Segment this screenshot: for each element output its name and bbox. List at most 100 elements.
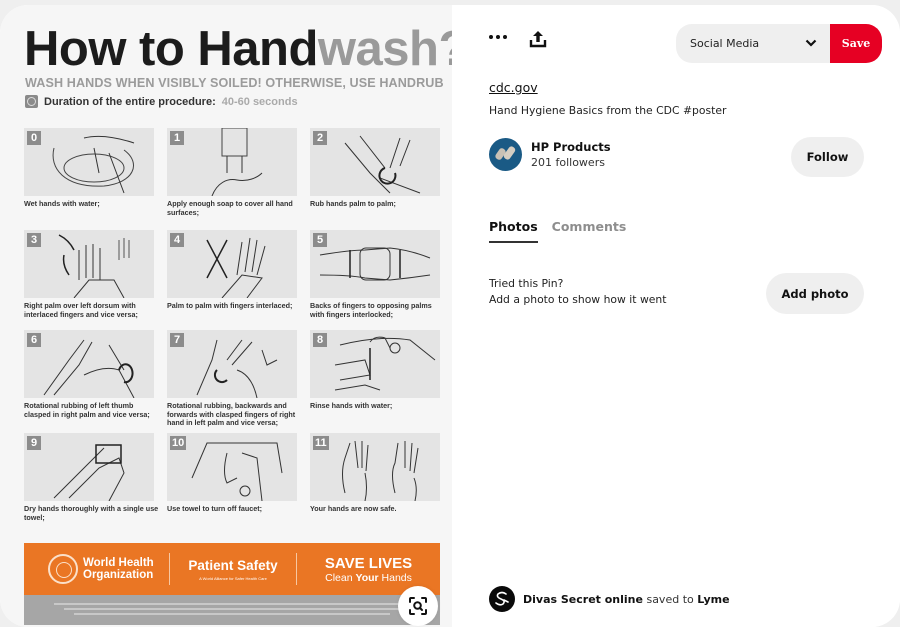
step-caption: Rinse hands with water; xyxy=(310,401,393,410)
visual-search-button[interactable] xyxy=(398,586,438,626)
hand-illustration: 10 xyxy=(167,433,297,501)
step-caption: Right palm over left dorsum with interla… xyxy=(24,301,138,319)
tried-line1: Tried this Pin? xyxy=(489,277,564,290)
creator-name[interactable]: HP Products xyxy=(531,140,611,154)
step: 10 Use towel to turn off faucet; xyxy=(167,433,297,533)
poster-duration: Duration of the entire procedure: 40-60 … xyxy=(25,95,298,108)
step: 0 Wet hands with water; xyxy=(24,128,154,230)
who-line2: Organization xyxy=(83,569,154,581)
who-emblem-icon xyxy=(48,554,78,584)
step-number: 2 xyxy=(313,131,327,145)
hand-illustration: 5 xyxy=(310,230,440,298)
source-link[interactable]: cdc.gov xyxy=(489,80,538,95)
hand-illustration: 2 xyxy=(310,128,440,196)
step-number: 3 xyxy=(27,233,41,247)
step-caption: Wet hands with water; xyxy=(24,199,100,208)
poster-title-light: wash? xyxy=(317,22,452,76)
poster-title: How to Handwash? xyxy=(24,21,452,77)
share-button[interactable] xyxy=(528,29,548,49)
step-caption: Dry hands thoroughly with a single use t… xyxy=(24,504,159,522)
patient-safety: Patient Safety A World Alliance for Safe… xyxy=(170,558,296,581)
step: 4 Palm to palm with fingers interlaced; xyxy=(167,230,297,330)
saver-logo-icon xyxy=(495,591,509,606)
add-photo-button[interactable]: Add photo xyxy=(766,273,864,314)
board-select[interactable]: Social Media xyxy=(676,24,833,63)
hand-illustration: 1 xyxy=(167,128,297,196)
hand-illustration: 8 xyxy=(310,330,440,398)
saved-board[interactable]: Lyme xyxy=(697,593,729,606)
step: 6 Rotational rubbing of left thumb claspe… xyxy=(24,330,154,433)
step-number: 9 xyxy=(27,436,41,450)
poster-subtitle: WASH HANDS WHEN VISIBLY SOILED! OTHERWIS… xyxy=(25,76,444,90)
more-horizontal-icon xyxy=(489,35,493,39)
creator-followers: 201 followers xyxy=(531,156,605,169)
hand-illustration: 7 xyxy=(167,330,297,398)
share-upload-icon xyxy=(529,31,547,48)
save-lives-title: SAVE LIVES xyxy=(324,554,413,572)
pin-closeup-card: How to Handwash? WASH HANDS WHEN VISIBLY… xyxy=(0,5,900,627)
step-number: 10 xyxy=(170,436,187,450)
who-banner: World Health Organization Patient Safety … xyxy=(24,543,440,595)
hand-illustration: 0 xyxy=(24,128,154,196)
step: 11 Your hands are now safe. xyxy=(310,433,440,533)
clean-pre: Clean xyxy=(325,571,356,584)
hand-illustration: 11 xyxy=(310,433,440,501)
clean-post: Hands xyxy=(378,571,412,584)
who-logo: World Health Organization xyxy=(24,554,169,584)
saver-name[interactable]: Divas Secret online xyxy=(523,593,643,606)
clock-icon xyxy=(25,95,38,108)
saved-by: Divas Secret online saved to Lyme xyxy=(489,586,730,612)
follow-button[interactable]: Follow xyxy=(791,137,864,177)
pin-description: Hand Hygiene Basics from the CDC #poster xyxy=(489,104,727,117)
step-caption: Rotational rubbing, backwards and forwar… xyxy=(167,401,296,428)
step-number: 4 xyxy=(170,233,184,247)
step: 2 Rub hands palm to palm; xyxy=(310,128,440,230)
hand-illustration: 4 xyxy=(167,230,297,298)
step: 9 Dry hands thoroughly with a single use … xyxy=(24,433,158,533)
step-caption: Backs of fingers to opposing palms with … xyxy=(310,301,432,319)
hand-illustration: 9 xyxy=(24,433,154,501)
clean-hands: Clean Your Hands xyxy=(297,572,440,584)
creator-avatar[interactable] xyxy=(489,138,522,171)
hand-illustration: 6 xyxy=(24,330,154,398)
step: 1 Apply enough soap to cover all hand sur… xyxy=(167,128,297,230)
step-number: 6 xyxy=(27,333,41,347)
tab-photos[interactable]: Photos xyxy=(489,219,538,243)
step-caption: Rub hands palm to palm; xyxy=(310,199,396,208)
duration-value: 40-60 seconds xyxy=(221,95,298,108)
more-dot xyxy=(496,35,500,39)
clean-bold: Your xyxy=(355,571,379,584)
tab-comments[interactable]: Comments xyxy=(552,219,627,243)
step-number: 5 xyxy=(313,233,327,247)
poster-disclaimer xyxy=(24,595,440,625)
step: 5 Backs of fingers to opposing palms with… xyxy=(310,230,440,330)
duration-label: Duration of the entire procedure: xyxy=(44,95,216,108)
step: 3 Right palm over left dorsum with interl… xyxy=(24,230,154,330)
creator-info: HP Products 201 followers xyxy=(489,138,611,171)
more-dot xyxy=(503,35,507,39)
step-number: 1 xyxy=(170,131,184,145)
patient-safety-title: Patient Safety xyxy=(188,557,278,573)
board-select-value: Social Media xyxy=(690,37,760,50)
saved-verb: saved to xyxy=(642,592,698,606)
visual-search-icon xyxy=(409,597,427,615)
saver-avatar[interactable] xyxy=(489,586,515,612)
chevron-down-icon xyxy=(805,39,817,47)
tried-pin-prompt: Tried this Pin? Add a photo to show how … xyxy=(489,276,667,308)
tabs: Photos Comments xyxy=(489,219,626,243)
step-caption: Palm to palm with fingers interlaced; xyxy=(167,301,293,310)
step-caption: Use towel to turn off faucet; xyxy=(167,504,263,513)
step-number: 7 xyxy=(170,333,184,347)
pin-image[interactable]: How to Handwash? WASH HANDS WHEN VISIBLY… xyxy=(0,5,452,627)
step-number: 0 xyxy=(27,131,41,145)
pin-details: Social Media Save cdc.gov Hand Hygiene B… xyxy=(452,5,900,627)
patient-safety-sub: A World Alliance for Safer Health Care xyxy=(199,575,267,581)
tried-line2: Add a photo to show how it went xyxy=(489,293,667,306)
step-caption: Apply enough soap to cover all hand surf… xyxy=(167,199,293,217)
step-number: 11 xyxy=(313,436,329,450)
save-button[interactable]: Save xyxy=(830,24,882,63)
more-options-button[interactable] xyxy=(489,35,507,39)
hand-illustration: 3 xyxy=(24,230,154,298)
step-caption: Your hands are now safe. xyxy=(310,504,397,513)
handwash-steps: 0 Wet hands with water; 1 Apply enough soa… xyxy=(24,128,440,533)
